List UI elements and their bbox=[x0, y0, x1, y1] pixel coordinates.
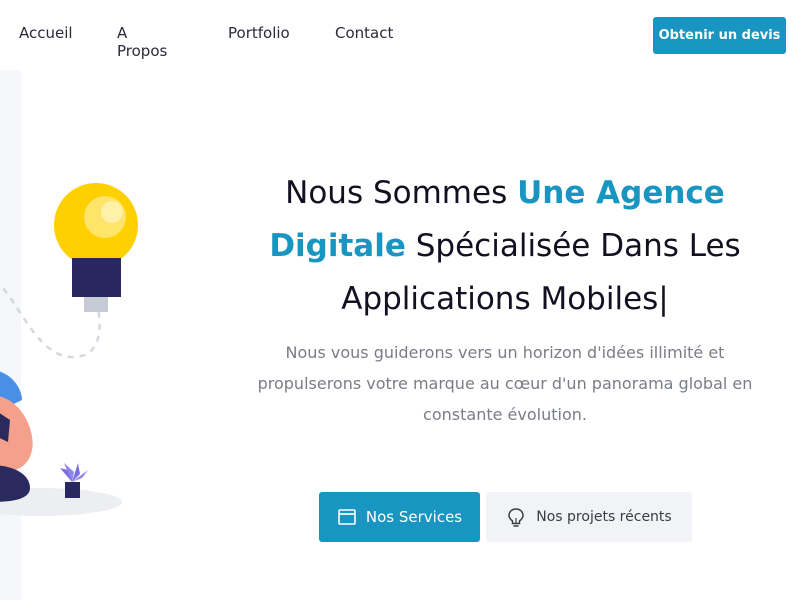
our-services-label: Nos Services bbox=[365, 508, 463, 526]
hero-subtitle: Nous vous guiderons vers un horizon d'id… bbox=[257, 343, 753, 424]
recent-projects-button[interactable]: Nos projets récents bbox=[486, 492, 692, 542]
top-navbar: Accueil A Propos Portfolio Contact Obten… bbox=[0, 0, 800, 70]
person-illustration bbox=[0, 371, 33, 502]
hero-illustration bbox=[0, 183, 138, 516]
nav-link-contact[interactable]: Contact bbox=[335, 24, 393, 42]
nav-link-a-propos[interactable]: A Propos bbox=[117, 24, 167, 60]
headline-part-1: Nous Sommes bbox=[285, 175, 518, 211]
folder-icon bbox=[337, 507, 357, 527]
lightbulb-illustration bbox=[54, 183, 138, 312]
nav-link-accueil[interactable]: Accueil bbox=[19, 24, 73, 42]
page: Accueil A Propos Portfolio Contact Obten… bbox=[0, 0, 800, 600]
recent-projects-label: Nos projets récents bbox=[536, 509, 672, 525]
our-services-button[interactable]: Nos Services bbox=[319, 492, 480, 542]
get-quote-button[interactable]: Obtenir un devis bbox=[653, 17, 786, 54]
nav-link-portfolio[interactable]: Portfolio bbox=[228, 24, 290, 42]
hero-section: Nous Sommes Une Agence Digitale Spéciali… bbox=[0, 70, 800, 600]
lightbulb-icon bbox=[506, 507, 526, 527]
typing-cursor: | bbox=[658, 281, 669, 317]
hero-headline: Nous Sommes Une Agence Digitale Spéciali… bbox=[240, 167, 770, 326]
